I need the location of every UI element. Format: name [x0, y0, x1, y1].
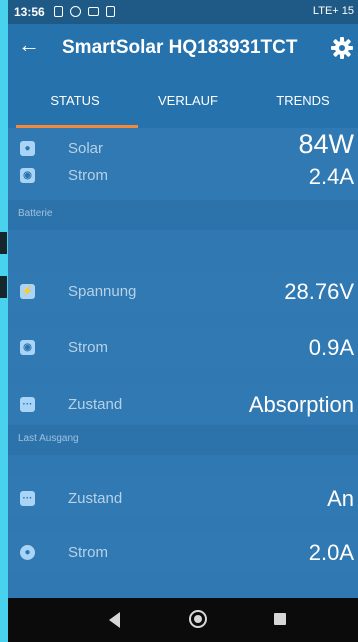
- state-icon: ···: [20, 397, 35, 412]
- nav-home-icon[interactable]: [189, 610, 207, 628]
- back-button[interactable]: ←: [18, 34, 40, 56]
- tab-trends[interactable]: TRENDS: [253, 93, 353, 108]
- left-frame-clip: [0, 232, 7, 254]
- row-load-current: ● Strom 2.0A: [8, 532, 358, 572]
- status-content: ● Solar 84W ◉ Strom 2.4A Batterie ⚡ Span…: [8, 128, 358, 598]
- row-value: 28.76V: [284, 279, 354, 304]
- nav-back-icon[interactable]: [109, 612, 120, 628]
- status-right: LTE+ 15: [312, 5, 354, 17]
- state-icon: ···: [20, 491, 35, 506]
- app-bar: ← SmartSolar HQ183931TCT: [8, 24, 358, 72]
- whatsapp-icon: [70, 6, 81, 17]
- row-value: 2.0A: [308, 540, 354, 565]
- row-label: Spannung: [68, 283, 137, 300]
- row-value: An: [327, 486, 354, 511]
- left-frame-clip: [0, 276, 7, 298]
- row-label: Strom: [68, 339, 109, 356]
- row-value: 0.9A: [308, 335, 354, 360]
- section-title: Batterie: [18, 208, 53, 219]
- bulb-icon: ●: [20, 545, 35, 560]
- row-battery-voltage: ⚡ Spannung 28.76V: [8, 271, 358, 311]
- row-label: Solar: [68, 140, 104, 157]
- notification-icon: [54, 6, 63, 17]
- current-icon: ◉: [20, 168, 35, 183]
- row-label: Zustand: [68, 490, 123, 507]
- section-title: Last Ausgang: [18, 433, 79, 444]
- navigation-bar: [8, 598, 358, 642]
- phone-screen: 13:56 LTE+ 15 ← SmartSolar HQ183931TCT S…: [8, 0, 358, 642]
- row-value: Absorption: [248, 392, 354, 417]
- row-value: 2.4A: [308, 164, 354, 189]
- page-title: SmartSolar HQ183931TCT: [62, 37, 298, 58]
- row-label: Zustand: [68, 396, 123, 413]
- row-label: Strom: [68, 167, 109, 184]
- section-battery: Batterie: [8, 200, 358, 230]
- status-bar: 13:56 LTE+ 15: [8, 0, 358, 24]
- row-value: 84W: [298, 129, 354, 159]
- row-battery-current: ◉ Strom 0.9A: [8, 327, 358, 367]
- tab-verlauf[interactable]: VERLAUF: [138, 93, 238, 108]
- row-load-state: ··· Zustand An: [8, 478, 358, 518]
- nav-recents-icon[interactable]: [274, 613, 286, 625]
- calendar-icon: [106, 6, 115, 17]
- current-icon: ◉: [20, 340, 35, 355]
- tab-status[interactable]: STATUS: [16, 93, 134, 108]
- solar-icon: ●: [20, 141, 35, 156]
- tab-bar: STATUS VERLAUF TRENDS: [8, 72, 358, 128]
- section-load-output: Last Ausgang: [8, 425, 358, 455]
- voltage-icon: ⚡: [20, 284, 35, 299]
- mail-icon: [88, 7, 99, 16]
- row-label: Strom: [68, 544, 109, 561]
- status-time: 13:56: [14, 5, 45, 19]
- row-solar-current: ◉ Strom 2.4A: [8, 160, 358, 200]
- gear-icon[interactable]: [330, 36, 354, 60]
- row-battery-state: ··· Zustand Absorption: [8, 384, 358, 424]
